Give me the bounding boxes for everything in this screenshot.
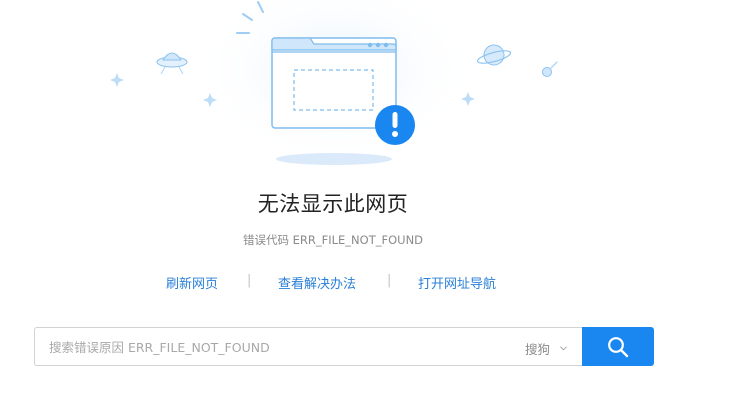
planet-icon (476, 44, 512, 66)
search-button[interactable] (582, 327, 654, 366)
page-title: 无法显示此网页 (257, 192, 409, 216)
open-navigation-link[interactable]: 打开网址导航 (418, 273, 496, 292)
search-input[interactable] (49, 337, 489, 357)
broken-page-illustration (110, 0, 558, 165)
error-page: 无法显示此网页 错误代码 ERR_FILE_NOT_FOUND 刷新网页 | 查… (0, 0, 753, 401)
separator: | (387, 273, 392, 288)
view-solution-link[interactable]: 查看解决办法 (278, 273, 356, 292)
refresh-page-link[interactable]: 刷新网页 (166, 273, 218, 292)
chevron-down-icon (560, 346, 567, 351)
separator: | (247, 273, 252, 288)
search-icon (608, 337, 629, 358)
window-shadow (276, 153, 392, 165)
action-links: 刷新网页 | 查看解决办法 | 打开网址导航 (0, 273, 666, 293)
search-box: 搜狗 (34, 327, 582, 366)
search-engine-dropdown[interactable]: 搜狗 (525, 339, 567, 358)
ufo-icon (156, 52, 188, 75)
search-bar: 搜狗 (34, 327, 654, 366)
comet-icon (542, 61, 558, 77)
exclamation-icon (375, 105, 415, 145)
browser-window-icon (271, 37, 397, 129)
error-code-text: 错误代码 ERR_FILE_NOT_FOUND (242, 233, 424, 247)
search-engine-label: 搜狗 (525, 342, 551, 357)
